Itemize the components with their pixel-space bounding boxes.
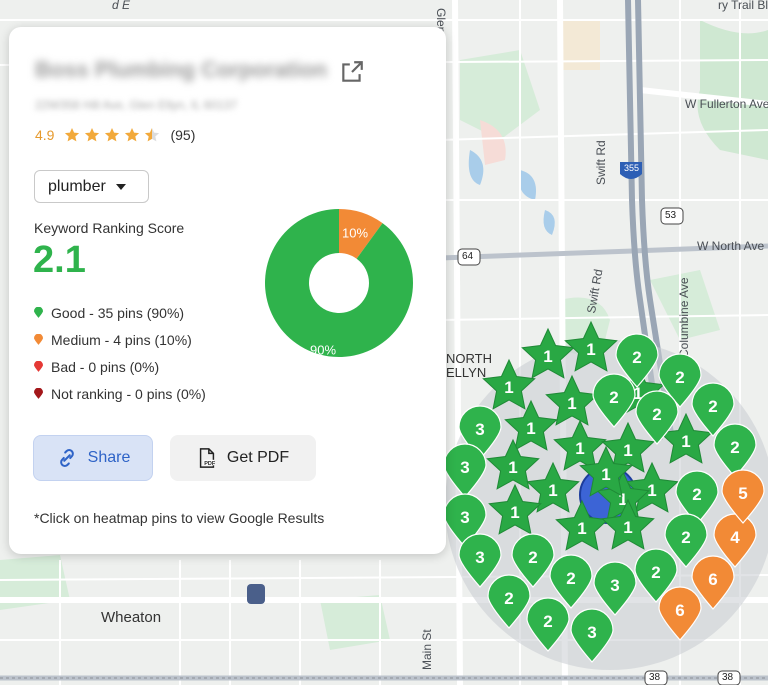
heatmap-pin[interactable]: 3 xyxy=(570,608,614,663)
pin-rank-label: 3 xyxy=(475,420,484,439)
pin-rank-label: 1 xyxy=(623,441,632,460)
heatmap-pin[interactable]: 1 xyxy=(482,358,536,410)
pin-rank-label: 3 xyxy=(475,548,484,567)
heatmap-pin[interactable]: 2 xyxy=(487,574,531,629)
heatmap-pin[interactable]: 3 xyxy=(458,533,502,588)
caret-down-icon xyxy=(115,183,126,190)
donut-slice-good xyxy=(265,209,413,357)
heatmap-pin[interactable]: 3 xyxy=(443,443,487,498)
heatmap-pin[interactable]: 2 xyxy=(592,373,636,428)
rating-row: 4.9 (95) xyxy=(35,127,195,143)
legend-item: Medium - 4 pins (10%) xyxy=(34,326,206,353)
pin-rank-label: 1 xyxy=(577,519,586,538)
legend-label: Medium - 4 pins (10%) xyxy=(51,331,192,348)
external-link-icon[interactable] xyxy=(339,59,365,85)
pdf-file-icon: PDF xyxy=(199,448,216,468)
pin-rank-label: 3 xyxy=(460,458,469,477)
pin-rank-label: 1 xyxy=(548,481,557,500)
pin-rank-label: 2 xyxy=(681,528,690,547)
rating-value: 4.9 xyxy=(35,127,55,143)
star-icon xyxy=(105,128,120,142)
pin-rank-label: 4 xyxy=(730,528,740,547)
pin-dot-icon xyxy=(34,334,43,345)
share-label: Share xyxy=(87,449,131,466)
donut-label-medium: 10% xyxy=(342,226,368,241)
pin-rank-label: 6 xyxy=(675,601,684,620)
pin-rank-label: 2 xyxy=(692,485,701,504)
score-value: 2.1 xyxy=(33,239,86,281)
pin-rank-label: 6 xyxy=(708,570,717,589)
legend-item: Not ranking - 0 pins (0%) xyxy=(34,380,206,407)
pin-rank-label: 1 xyxy=(623,518,632,537)
pin-rank-label: 1 xyxy=(510,503,519,522)
pin-rank-label: 2 xyxy=(675,368,684,387)
pin-rank-label: 1 xyxy=(526,419,535,438)
review-count: (95) xyxy=(170,127,196,143)
pin-rank-label: 2 xyxy=(651,563,660,582)
pin-rank-label: 3 xyxy=(587,623,596,642)
ranking-donut-chart: 10% 90% xyxy=(265,209,413,358)
keyword-select[interactable]: plumber xyxy=(34,170,149,203)
star-icon xyxy=(125,128,140,142)
score-label: Keyword Ranking Score xyxy=(34,220,185,236)
pin-rank-label: 2 xyxy=(652,405,661,424)
legend-label: Good - 35 pins (90%) xyxy=(51,304,185,321)
legend-label: Not ranking - 0 pins (0%) xyxy=(51,385,206,402)
pin-rank-label: 3 xyxy=(460,508,469,527)
pin-rank-label: 2 xyxy=(632,348,641,367)
pin-rank-label: 2 xyxy=(609,388,618,407)
keyword-selected: plumber xyxy=(48,177,106,195)
pin-rank-label: 2 xyxy=(543,612,552,631)
pin-rank-label: 2 xyxy=(708,397,717,416)
business-address: 22W358 Hill Ave, Glen Ellyn, IL 60137 xyxy=(35,98,238,112)
pin-rank-label: 1 xyxy=(508,458,517,477)
legend: Good - 35 pins (90%) Medium - 4 pins (10%… xyxy=(34,299,206,407)
pin-rank-label: 1 xyxy=(681,432,690,451)
pin-rank-label: 1 xyxy=(586,340,595,359)
star-rating xyxy=(64,127,160,143)
star-icon xyxy=(65,128,80,142)
svg-text:PDF: PDF xyxy=(204,461,216,467)
heatmap-pin[interactable]: 2 xyxy=(713,423,757,478)
pin-rank-label: 1 xyxy=(575,439,584,458)
link-icon xyxy=(59,449,74,467)
footnote: *Click on heatmap pins to view Google Re… xyxy=(34,510,325,526)
heatmap-pin[interactable]: 2 xyxy=(526,597,570,652)
heatmap-pin[interactable]: 1 xyxy=(545,374,599,426)
business-name: Boss Plumbing Corporation xyxy=(35,57,328,82)
share-button[interactable]: Share xyxy=(33,435,153,481)
pdf-label: Get PDF xyxy=(226,449,290,466)
pin-rank-label: 2 xyxy=(730,438,739,457)
pin-rank-label: 2 xyxy=(504,589,513,608)
star-icon xyxy=(85,128,100,142)
pin-rank-label: 2 xyxy=(528,548,537,567)
legend-item: Bad - 0 pins (0%) xyxy=(34,353,206,380)
heatmap-pin[interactable]: 1 xyxy=(564,320,618,372)
pin-dot-icon xyxy=(34,361,43,372)
pin-rank-label: 1 xyxy=(504,378,513,397)
pin-rank-label: 3 xyxy=(610,576,619,595)
heatmap-pin[interactable]: 6 xyxy=(658,586,702,641)
pin-rank-label: 5 xyxy=(738,484,747,503)
pin-rank-label: 1 xyxy=(601,465,610,484)
pin-rank-label: 1 xyxy=(543,347,552,366)
legend-item: Good - 35 pins (90%) xyxy=(34,299,206,326)
get-pdf-button[interactable]: PDF Get PDF xyxy=(170,435,316,481)
legend-label: Bad - 0 pins (0%) xyxy=(51,358,160,375)
pin-dot-icon xyxy=(34,388,43,399)
donut-label-good: 90% xyxy=(310,343,336,358)
pin-dot-icon xyxy=(34,307,43,318)
heatmap-pin[interactable]: 1 xyxy=(521,327,575,379)
pin-rank-label: 1 xyxy=(567,394,576,413)
heatmap-pin[interactable]: 3 xyxy=(593,561,637,616)
pin-rank-label: 2 xyxy=(566,569,575,588)
business-info-card: Boss Plumbing Corporation 22W358 Hill Av… xyxy=(9,27,446,554)
heatmap-pin[interactable]: 1 xyxy=(488,483,542,535)
star-icon xyxy=(145,128,160,142)
heatmap-pin[interactable]: 1 xyxy=(553,419,607,471)
